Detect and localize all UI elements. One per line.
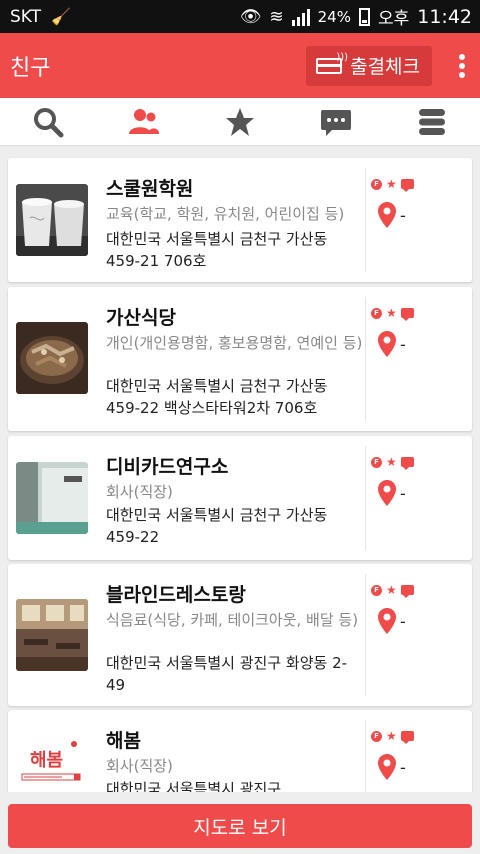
friend-address: 대한민국 서울특별시 광진구 화양동 2-49: [106, 654, 348, 694]
divider: [365, 574, 366, 696]
star-icon: ★: [386, 177, 397, 191]
distance: -: [400, 483, 406, 503]
star-icon: ★: [386, 729, 397, 743]
f-badge-icon: F: [371, 307, 382, 319]
friend-category: 교육(학교, 학원, 유치원, 어린이집 등): [106, 205, 345, 223]
friend-address: 대한민국 서울특별시 광진구: [106, 780, 282, 792]
nfc-card-icon: ))): [316, 52, 348, 74]
eye-icon: 👁: [239, 6, 262, 27]
ampm-label: 오후: [377, 9, 410, 29]
battery-percent: 24%: [317, 7, 351, 26]
tab-search[interactable]: [0, 98, 96, 145]
chat-icon: [400, 585, 414, 598]
status-icons: F ★: [371, 583, 414, 598]
chat-icon: [400, 457, 414, 470]
map-pin-icon: [378, 754, 396, 780]
list-item[interactable]: 블라인드레스토랑 식음료(식당, 카페, 테이크아웃, 배달 등) 대한민국 서…: [8, 564, 472, 706]
f-badge-icon: F: [371, 584, 382, 596]
friend-name: 가산식당: [106, 307, 176, 329]
friends-icon: [129, 108, 159, 134]
distance: -: [400, 334, 406, 354]
tab-messages[interactable]: [288, 98, 384, 145]
cleanup-icon: 🧹: [51, 7, 71, 26]
clock: 11:42: [417, 5, 472, 28]
view-map-button[interactable]: 지도로 보기: [8, 804, 472, 848]
location-indicator[interactable]: -: [378, 608, 406, 634]
location-indicator[interactable]: -: [378, 202, 406, 228]
overflow-menu-icon[interactable]: [454, 49, 470, 83]
map-pin-icon: [378, 331, 396, 357]
search-icon: [34, 107, 64, 137]
star-icon: ★: [386, 455, 397, 469]
status-bar: SKT 🧹 👁 ≋ 24% 오후 11:42: [0, 0, 480, 33]
location-indicator[interactable]: -: [378, 480, 406, 506]
distance: -: [400, 205, 406, 225]
map-pin-icon: [378, 480, 396, 506]
carrier-label: SKT: [10, 6, 42, 27]
chat-icon: [400, 308, 414, 321]
friend-address: 대한민국 서울특별시 금천구 가산동 459-22 백상스타타워2차 706호: [106, 377, 328, 417]
friends-list[interactable]: 스쿨원학원 교육(학교, 학원, 유치원, 어린이집 등) 대한민국 서울특별시…: [0, 146, 480, 792]
tab-friends[interactable]: [96, 98, 192, 145]
friend-category: 회사(직장): [106, 757, 173, 775]
map-pin-icon: [378, 202, 396, 228]
friend-category: 개인(개인용명함, 홍보용명함, 연예인 등): [106, 334, 363, 352]
f-badge-icon: F: [371, 730, 382, 742]
office-door-photo: [16, 462, 88, 534]
star-icon: ★: [386, 583, 397, 597]
tab-menu[interactable]: [384, 98, 480, 145]
divider: [365, 168, 366, 272]
attendance-check-button[interactable]: ))) 출결체크: [306, 45, 432, 86]
chat-icon: [400, 731, 414, 744]
friend-name: 해봄: [106, 730, 141, 752]
food-dish-photo: [16, 322, 88, 394]
list-item[interactable]: 해봄 해봄 회사(직장) 대한민국 서울특별시 광진구 F ★ -: [8, 710, 472, 792]
battery-icon: [358, 7, 370, 26]
distance: -: [400, 757, 406, 777]
app-bar: 친구 ))) 출결체크: [0, 33, 480, 98]
friend-address: 대한민국 서울특별시 금천구 가산동 459-22: [106, 506, 328, 546]
location-indicator[interactable]: -: [378, 754, 406, 780]
friend-name: 디비카드연구소: [106, 456, 229, 478]
attendance-check-label: 출결체크: [350, 56, 420, 78]
wifi-icon: ≋: [269, 6, 284, 27]
status-right: 👁 ≋ 24% 오후 11:42: [239, 4, 472, 30]
view-map-label: 지도로 보기: [193, 816, 287, 839]
page-title: 친구: [10, 55, 51, 81]
list-item[interactable]: 가산식당 개인(개인용명함, 홍보용명함, 연예인 등) 대한민국 서울특별시 …: [8, 287, 472, 431]
distance: -: [400, 611, 406, 631]
f-badge-icon: F: [371, 178, 382, 190]
chat-icon: [400, 179, 414, 192]
status-icons: F ★: [371, 729, 414, 744]
location-indicator[interactable]: -: [378, 331, 406, 357]
friend-category: 식음료(식당, 카페, 테이크아웃, 배달 등): [106, 611, 359, 629]
list-menu-icon: [419, 108, 445, 135]
divider: [365, 446, 366, 550]
paper-cups-photo: [16, 184, 88, 256]
friend-address: 대한민국 서울특별시 금천구 가산동 459-21 706호: [106, 230, 328, 270]
chat-icon: [321, 109, 351, 136]
status-icons: F ★: [371, 306, 414, 321]
star-icon: ★: [386, 306, 397, 320]
f-badge-icon: F: [371, 456, 382, 468]
tab-favorites[interactable]: [192, 98, 288, 145]
friend-category: 회사(직장): [106, 483, 173, 501]
friend-name: 블라인드레스토랑: [106, 584, 246, 606]
divider: [365, 720, 366, 792]
list-item[interactable]: 디비카드연구소 회사(직장) 대한민국 서울특별시 금천구 가산동 459-22…: [8, 436, 472, 560]
divider: [365, 297, 366, 421]
friend-name: 스쿨원학원: [106, 178, 194, 200]
tab-bar: [0, 98, 480, 146]
haebom-logo: 해봄: [16, 736, 88, 792]
restaurant-interior-photo: [16, 599, 88, 671]
map-pin-icon: [378, 608, 396, 634]
status-icons: F ★: [371, 455, 414, 470]
star-icon: [226, 107, 254, 136]
status-icons: F ★: [371, 177, 414, 192]
list-item[interactable]: 스쿨원학원 교육(학교, 학원, 유치원, 어린이집 등) 대한민국 서울특별시…: [8, 158, 472, 282]
signal-icon: [291, 8, 310, 26]
